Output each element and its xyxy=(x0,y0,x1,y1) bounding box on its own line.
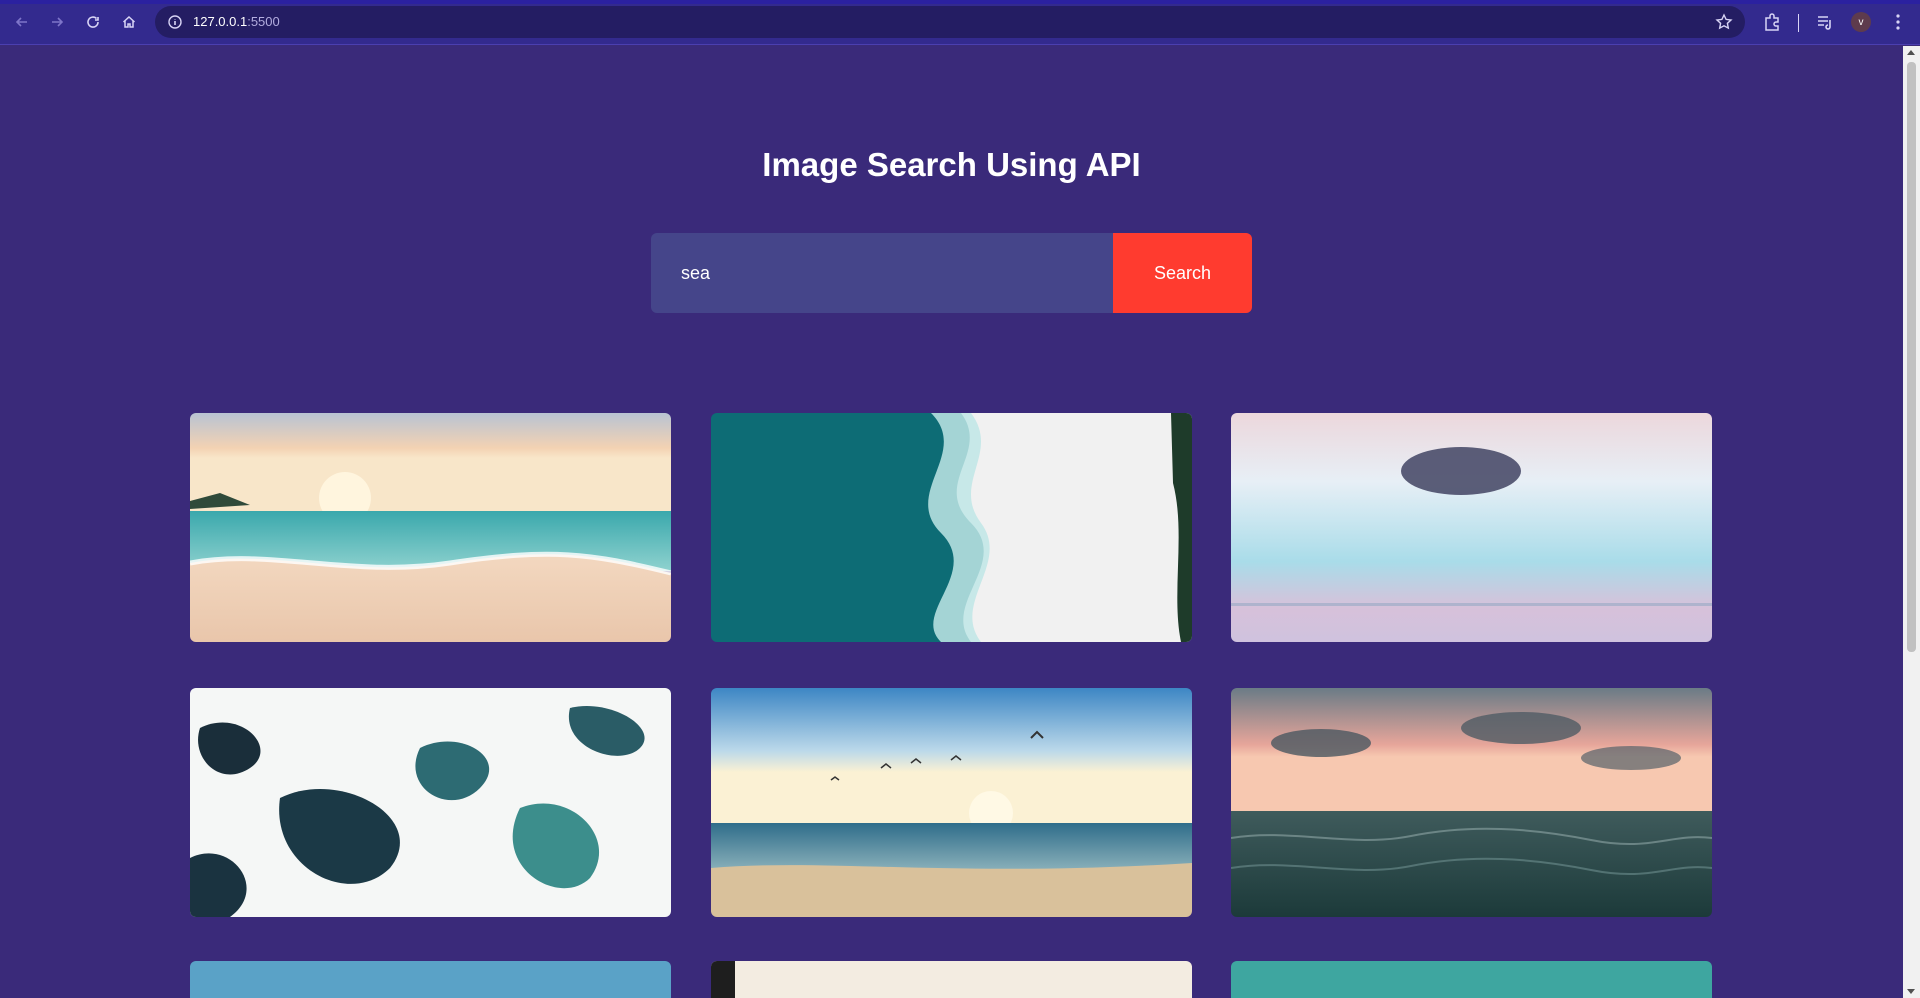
bookmark-star-icon[interactable] xyxy=(1715,13,1733,31)
search-form: Search xyxy=(651,233,1252,313)
back-icon[interactable] xyxy=(10,10,34,34)
forward-icon[interactable] xyxy=(45,10,69,34)
scrollbar-thumb[interactable] xyxy=(1907,62,1916,652)
search-button[interactable]: Search xyxy=(1113,233,1252,313)
home-icon[interactable] xyxy=(117,10,141,34)
result-image-pastel-sky-cloud[interactable] xyxy=(1231,413,1712,642)
url-text[interactable]: 127.0.0.1:5500 xyxy=(193,14,280,29)
toolbar-divider xyxy=(1798,14,1799,32)
scroll-down-icon[interactable] xyxy=(1907,989,1915,994)
url-host: 127.0.0.1 xyxy=(193,14,248,29)
page-title: Image Search Using API xyxy=(762,146,1141,183)
reload-icon[interactable] xyxy=(81,10,105,34)
result-image-sunset-beach-waves[interactable] xyxy=(190,413,671,642)
media-controls-icon[interactable] xyxy=(1815,12,1835,32)
result-image-pink-sunset-ocean[interactable] xyxy=(1231,688,1712,917)
extensions-icon[interactable] xyxy=(1762,12,1782,32)
browser-toolbar: 127.0.0.1:5500 v xyxy=(0,0,1920,45)
page-content: Image Search Using API Search xyxy=(0,46,1903,998)
tab-strip-edge xyxy=(0,0,1920,4)
result-image-teal-water-partial[interactable] xyxy=(1231,961,1712,998)
result-image-birds-over-beach[interactable] xyxy=(711,688,1192,917)
result-image-aerial-wave-sand[interactable] xyxy=(711,413,1192,642)
result-image-white-foam-water[interactable] xyxy=(190,688,671,917)
url-port: :5500 xyxy=(247,14,280,29)
result-image-blue-sky-partial[interactable] xyxy=(190,961,671,998)
address-bar[interactable]: 127.0.0.1:5500 xyxy=(155,6,1745,38)
search-input[interactable] xyxy=(651,233,1113,313)
result-image-bright-haze-partial[interactable] xyxy=(711,961,1192,998)
page-scrollbar[interactable] xyxy=(1903,46,1920,998)
menu-kebab-icon[interactable] xyxy=(1888,12,1908,32)
site-info-icon[interactable] xyxy=(167,14,183,30)
scroll-up-icon[interactable] xyxy=(1907,50,1915,55)
profile-avatar[interactable]: v xyxy=(1851,12,1871,32)
